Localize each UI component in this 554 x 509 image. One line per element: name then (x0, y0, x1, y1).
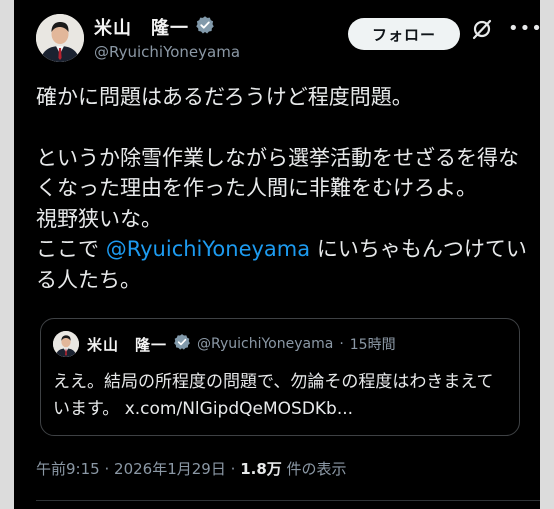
grok-icon[interactable] (470, 17, 494, 41)
divider (36, 500, 540, 501)
post-date[interactable]: 2026年1月29日 (114, 460, 226, 478)
quoted-post-header: 米山 隆一 @RyuichiYoneyama · 15時間 (87, 333, 396, 355)
post-meta: 午前9:15 · 2026年1月29日 · 1.8万 件の表示 (36, 458, 347, 479)
views-label: 件の表示 (286, 460, 347, 478)
post-line-3: 視野狭いな。 (36, 206, 162, 231)
author-avatar[interactable] (36, 14, 84, 62)
post-text-before-mention: ここで (36, 237, 106, 261)
quoted-meta-separator: · (339, 336, 344, 352)
post-text: 確かに問題はあるだろうけど程度問題。というか除雪作業しながら選挙活動をせざるを得… (36, 82, 532, 295)
quoted-author-handle[interactable]: @RyuichiYoneyama (197, 336, 333, 352)
verified-badge-icon (195, 15, 215, 39)
post-card: 米山 隆一 @RyuichiYoneyama フォロー ••• 確かに問題はある… (14, 0, 540, 509)
meta-separator-2: · (230, 460, 236, 478)
post-time[interactable]: 午前9:15 (36, 460, 100, 478)
quoted-author-avatar[interactable] (53, 331, 79, 357)
author-name[interactable]: 米山 隆一 (94, 14, 189, 40)
quoted-post[interactable]: 米山 隆一 @RyuichiYoneyama · 15時間 ええ。結局の所程度の… (40, 318, 520, 436)
post-line-2: というか除雪作業しながら選挙活動をせざるを得なくなった理由を作った人間に非難をむ… (36, 145, 519, 201)
follow-button[interactable]: フォロー (348, 18, 460, 50)
post-line-1: 確かに問題はあるだろうけど程度問題。 (36, 85, 413, 109)
quoted-link[interactable]: x.com/NlGipdQeMOSDKb... (125, 399, 353, 419)
more-options-icon[interactable]: ••• (508, 20, 540, 38)
quoted-author-name[interactable]: 米山 隆一 (87, 334, 167, 355)
quoted-verified-badge-icon (173, 333, 191, 355)
author-name-row: 米山 隆一 (94, 14, 215, 40)
meta-separator: · (104, 460, 110, 478)
post-line-4: ここで @RyuichiYoneyama にいちゃもんつけている人たち。 (36, 234, 532, 295)
author-handle[interactable]: @RyuichiYoneyama (94, 43, 240, 61)
quoted-timestamp[interactable]: 15時間 (350, 334, 396, 354)
mention-link[interactable]: @RyuichiYoneyama (106, 237, 310, 261)
views-count: 1.8万 (240, 460, 282, 478)
quoted-text: ええ。結局の所程度の問題で、勿論その程度はわきまえています。 x.com/NlG… (53, 369, 509, 423)
